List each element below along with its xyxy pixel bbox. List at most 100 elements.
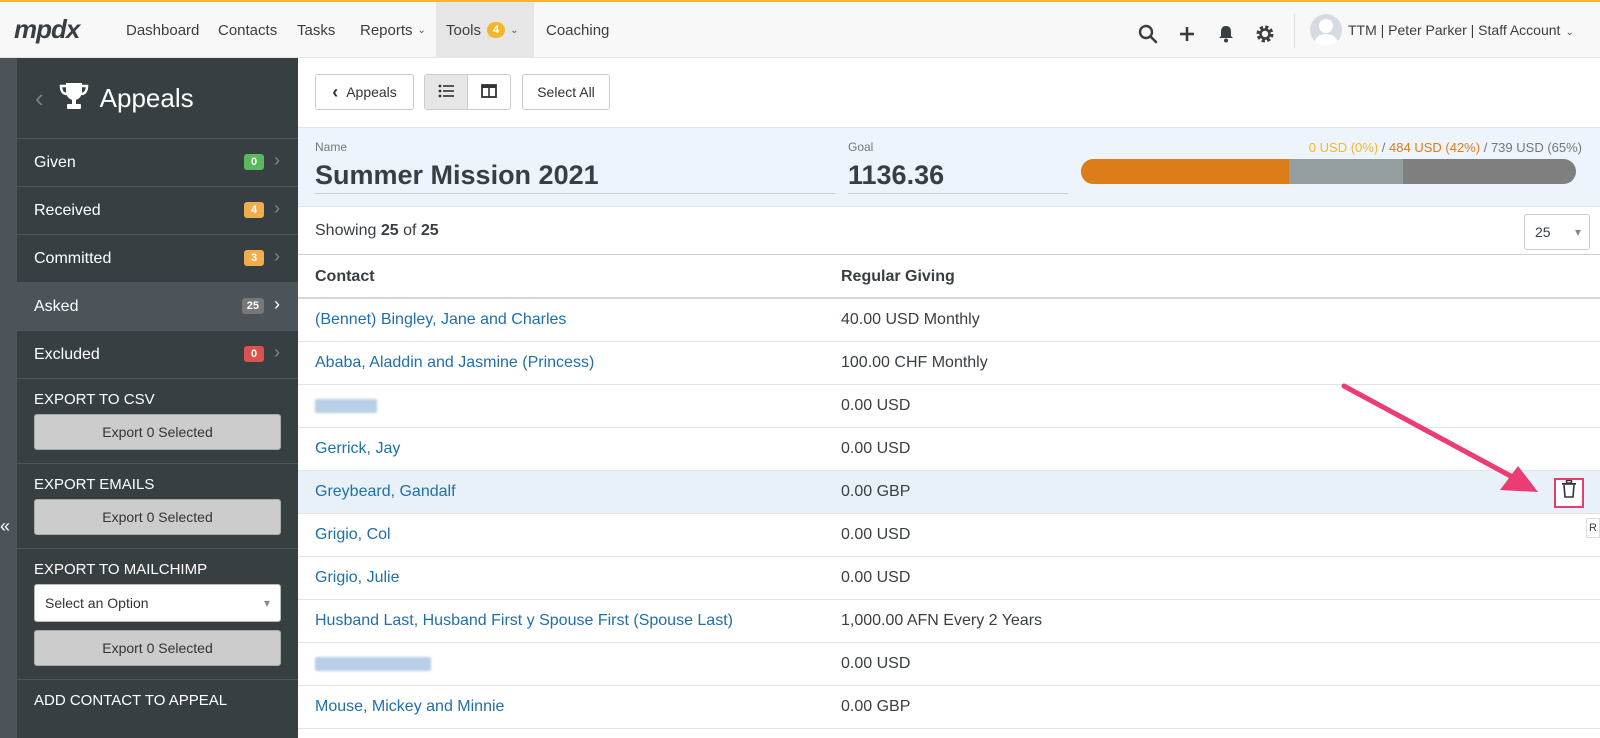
contact-link[interactable]: Grigio, Julie: [315, 569, 399, 587]
mailchimp-list-select[interactable]: Select an Option: [34, 584, 281, 622]
nav-tasks[interactable]: Tasks: [287, 2, 345, 58]
giving-column-header[interactable]: Regular Giving: [841, 268, 955, 286]
shown-count: 25: [380, 222, 399, 239]
sidebar-item-label: Received: [34, 201, 101, 219]
regular-giving: 0.00 USD: [841, 526, 911, 543]
table-row[interactable]: 0.00 USD: [298, 643, 1600, 686]
redacted-name: [315, 656, 431, 671]
export-mailchimp-section: EXPORT TO MAILCHIMP Select an Option Exp…: [17, 548, 298, 679]
button-label: Appeals: [346, 84, 397, 100]
regular-giving: 0.00 GBP: [841, 698, 911, 715]
account-menu[interactable]: TTM | Peter Parker | Staff Account ⌄: [1348, 22, 1574, 38]
column-view-button[interactable]: [467, 74, 511, 110]
collapse-icon[interactable]: «: [0, 516, 10, 537]
avatar[interactable]: [1310, 14, 1342, 46]
nav-contacts[interactable]: Contacts: [208, 2, 287, 58]
count-badge: 25: [241, 298, 264, 314]
chevron-left-icon: ‹: [332, 81, 339, 102]
sidebar-item-label: Committed: [34, 249, 112, 267]
divider: [1294, 14, 1295, 48]
goal-label: Goal: [848, 140, 874, 154]
nav-label: Tasks: [297, 21, 336, 39]
nav-dashboard[interactable]: Dashboard: [116, 2, 209, 58]
chevron-down-icon: ⌄: [1565, 27, 1574, 38]
regular-giving: 40.00 USD Monthly: [841, 311, 980, 328]
account-label: TTM | Peter Parker | Staff Account: [1348, 22, 1561, 38]
sidebar-item-label: Asked: [34, 297, 79, 315]
appeal-sidebar: ‹ Appeals Given 0 › Received 4 › Committ…: [17, 58, 298, 738]
contact-link[interactable]: Ababa, Aladdin and Jasmine (Princess): [315, 354, 594, 372]
bell-icon[interactable]: [1216, 24, 1236, 44]
showing-label: Showing: [315, 222, 377, 239]
results-count: Showing 25 of 25 25: [298, 207, 1600, 255]
export-mailchimp-button[interactable]: Export 0 Selected: [34, 630, 281, 666]
select-all-button[interactable]: Select All: [522, 74, 610, 110]
back-arrow-icon[interactable]: ‹: [35, 83, 44, 114]
columns-icon: [481, 83, 497, 101]
nav-label: Tools: [446, 21, 482, 39]
table-row[interactable]: Grigio, Col 0.00 USD: [298, 514, 1600, 557]
contact-link[interactable]: Greybeard, Gandalf: [315, 483, 456, 501]
contact-column-header[interactable]: Contact: [315, 268, 375, 286]
search-icon[interactable]: [1138, 24, 1158, 44]
sidebar-item-given[interactable]: Given 0 ›: [17, 138, 298, 186]
export-emails-button[interactable]: Export 0 Selected: [34, 499, 281, 535]
total-count: 25: [420, 222, 439, 239]
appeal-goal[interactable]: 1136.36: [848, 160, 1068, 194]
contact-link[interactable]: (Bennet) Bingley, Jane and Charles: [315, 311, 566, 329]
export-csv-button[interactable]: Export 0 Selected: [34, 414, 281, 450]
nav-coaching[interactable]: Coaching: [536, 2, 619, 58]
separator: /: [1483, 140, 1488, 155]
contact-link[interactable]: Husband Last, Husband First y Spouse Fir…: [315, 612, 733, 630]
table-row[interactable]: Mouse, Mickey and Minnie 0.00 GBP: [298, 686, 1600, 729]
sidebar-item-asked[interactable]: Asked 25 ›: [17, 282, 298, 330]
table-row[interactable]: Husband Last, Husband First y Spouse Fir…: [298, 600, 1600, 643]
progress-committed: [1288, 159, 1403, 184]
count-badge: 3: [244, 250, 264, 266]
contact-link-redacted[interactable]: [315, 397, 377, 415]
appeal-progress-bar: [1081, 159, 1576, 184]
sidebar-item-committed[interactable]: Committed 3 ›: [17, 234, 298, 282]
table-row[interactable]: Grigio, Julie 0.00 USD: [298, 557, 1600, 600]
table-row[interactable]: Ababa, Aladdin and Jasmine (Princess) 10…: [298, 342, 1600, 385]
appeal-name[interactable]: Summer Mission 2021: [315, 160, 835, 194]
export-csv-section: EXPORT TO CSV Export 0 Selected: [17, 378, 298, 463]
count-badge: 0: [244, 346, 264, 362]
nav-reports[interactable]: Reports ⌄: [350, 2, 436, 58]
contact-link[interactable]: Gerrick, Jay: [315, 440, 400, 458]
top-navbar: mpdx Dashboard Contacts Tasks Reports ⌄ T…: [0, 0, 1600, 58]
contact-link-redacted[interactable]: [315, 655, 431, 673]
section-heading: EXPORT TO MAILCHIMP: [34, 561, 208, 578]
sidebar-item-received[interactable]: Received 4 ›: [17, 186, 298, 234]
sidebar-item-excluded[interactable]: Excluded 0 ›: [17, 330, 298, 378]
back-to-appeals-button[interactable]: ‹ Appeals: [315, 74, 414, 110]
table-row[interactable]: (Bennet) Bingley, Jane and Charles 40.00…: [298, 299, 1600, 342]
regular-giving: 0.00 USD: [841, 397, 911, 414]
contact-link[interactable]: Grigio, Col: [315, 526, 391, 544]
sidebar-header: ‹ Appeals: [17, 58, 298, 138]
contacts-table: (Bennet) Bingley, Jane and Charles 40.00…: [298, 299, 1600, 729]
table-header: Contact Regular Giving: [298, 256, 1600, 299]
name-label: Name: [315, 140, 348, 154]
nav-label: Reports: [360, 21, 413, 39]
redacted-name: [315, 398, 377, 413]
contact-link[interactable]: Mouse, Mickey and Minnie: [315, 698, 504, 716]
regular-giving: 0.00 GBP: [841, 483, 911, 500]
annotation-arrow: [1341, 383, 1538, 492]
add-icon[interactable]: [1177, 24, 1197, 44]
progress-legend: 0 USD (0%) / 484 USD (42%) / 739 USD (65…: [1309, 140, 1582, 155]
chevron-right-icon: ›: [274, 198, 280, 218]
nav-tools[interactable]: Tools 4 ⌄: [436, 2, 534, 58]
sidebar-collapse-strip[interactable]: «: [0, 58, 17, 738]
list-view-button[interactable]: [424, 74, 468, 110]
mpdx-logo[interactable]: mpdx: [14, 14, 80, 45]
received-amount: 484 USD (42%): [1389, 140, 1481, 155]
gear-icon[interactable]: [1255, 24, 1275, 44]
list-icon: [438, 84, 454, 101]
progress-received: [1081, 159, 1289, 184]
regular-giving: 1,000.00 AFN Every 2 Years: [841, 612, 1043, 629]
section-heading: EXPORT TO CSV: [34, 391, 155, 408]
of-label: of: [403, 222, 417, 239]
count-badge: 4: [244, 202, 264, 218]
per-page-select[interactable]: 25: [1524, 214, 1590, 250]
